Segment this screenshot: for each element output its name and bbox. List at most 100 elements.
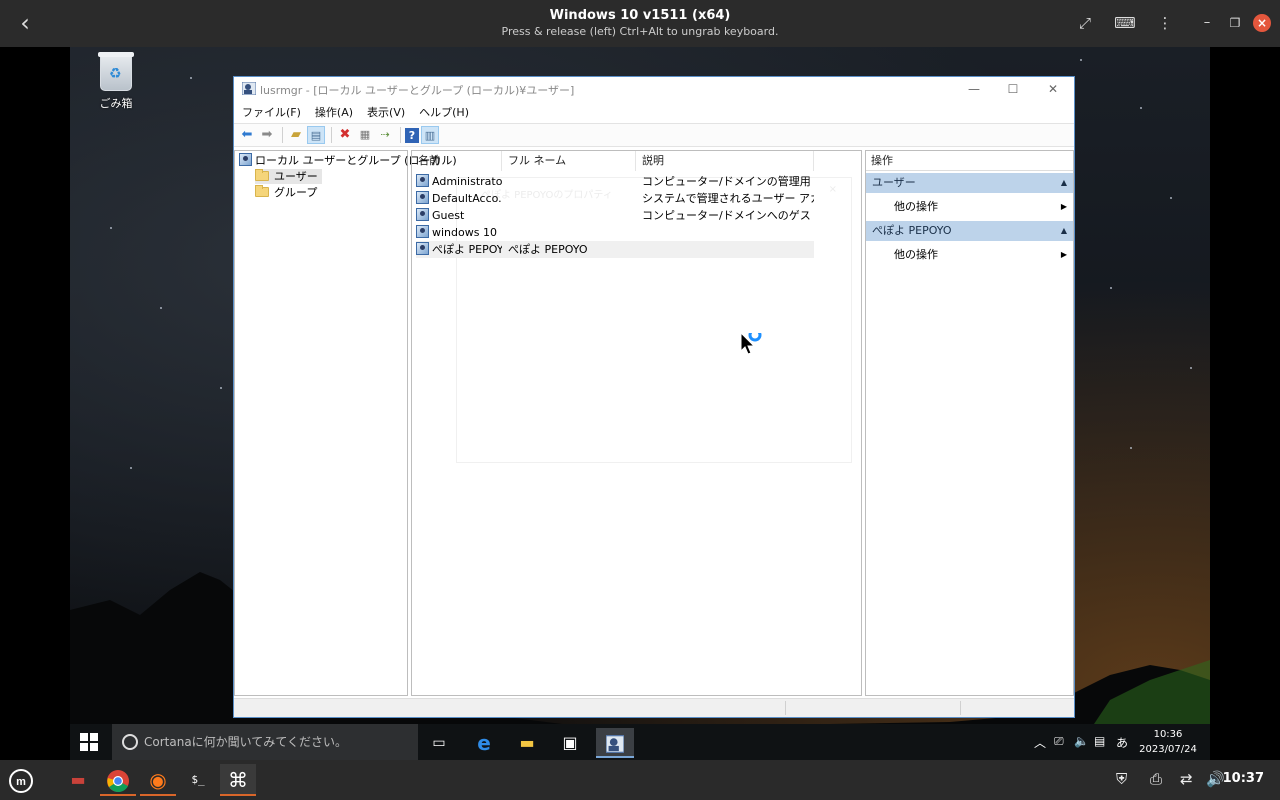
actions-more-actions-user-label: 他の操作 <box>894 248 938 261</box>
ime-indicator[interactable]: あ <box>1116 734 1128 751</box>
submenu-arrow-icon: ▶ <box>1060 250 1067 259</box>
user-name: ぺぽよ PEPOYO <box>432 243 502 256</box>
actions-more-actions[interactable]: 他の操作 ▶ <box>866 197 1073 217</box>
notification-icon[interactable]: ▤ <box>1094 734 1105 748</box>
cortana-placeholder: Cortanaに何か聞いてみてください。 <box>144 735 347 749</box>
actions-section-users[interactable]: ユーザー ▲ <box>866 173 1073 193</box>
menu-help[interactable]: ヘルプ(H) <box>419 104 469 120</box>
tree-item-users-label: ユーザー <box>274 170 318 183</box>
close-icon[interactable]: ✕ <box>1038 80 1068 98</box>
taskbar-clock[interactable]: 10:36 2023/07/24 <box>1138 727 1198 757</box>
menu-view[interactable]: 表示(V) <box>367 104 405 120</box>
chrome-icon[interactable] <box>100 764 136 796</box>
lusrmgr-taskbar-icon[interactable] <box>596 728 634 758</box>
user-icon <box>416 242 429 255</box>
column-header-description[interactable]: 説明 <box>636 151 814 171</box>
toolbar: ⬅ ➡ ▰ ▤ ✖ ▦ ⇢ ? ▥ <box>234 123 1074 147</box>
edge-icon[interactable]: e <box>465 728 503 758</box>
folder-icon <box>255 169 269 181</box>
collapse-icon[interactable]: ▲ <box>1061 173 1067 193</box>
host-clock[interactable]: 10:37 <box>1223 771 1264 786</box>
show-action-pane-icon[interactable]: ▥ <box>421 126 439 144</box>
actions-more-actions-user[interactable]: 他の操作 ▶ <box>866 245 1073 265</box>
table-row[interactable]: Administrator コンピューター/ドメインの管理用 (ビルト... <box>416 173 814 190</box>
minimize-icon[interactable]: — <box>959 80 989 98</box>
minimize-icon[interactable]: – <box>1196 12 1218 34</box>
actions-header: 操作 <box>866 151 1073 171</box>
table-row[interactable]: windows 10 <box>416 224 814 241</box>
actions-section-selected-user-label: ぺぽよ PEPOYO <box>872 224 952 237</box>
svg-text:m: m <box>16 776 26 788</box>
tree-item-users[interactable]: ユーザー <box>255 169 322 184</box>
host-tray: ⛨ ⎙ ⇄ 🔊 10:37 <box>1080 760 1280 800</box>
cortana-icon <box>122 734 138 750</box>
lusrmgr-app-icon <box>242 82 256 95</box>
taskbar-date: 2023/07/24 <box>1139 744 1197 755</box>
column-header-fullname[interactable]: フル ネーム <box>502 151 636 171</box>
user-icon <box>416 191 429 204</box>
start-button[interactable] <box>80 733 98 751</box>
task-view-icon[interactable]: ▭ <box>420 728 458 758</box>
lusrmgr-window: lusrmgr - [ローカル ユーザーとグループ (ローカル)¥ユーザー] —… <box>233 76 1075 718</box>
menu-bar: ファイル(F) 操作(A) 表示(V) ヘルプ(H) <box>234 101 1074 123</box>
menu-file[interactable]: ファイル(F) <box>242 104 301 120</box>
files-icon[interactable]: ▬ <box>60 764 96 796</box>
maximize-icon[interactable]: ☐ <box>998 80 1028 98</box>
up-folder-icon[interactable]: ▰ <box>287 126 305 144</box>
forward-arrow-icon[interactable]: ➡ <box>258 126 276 144</box>
actions-section-users-label: ユーザー <box>872 176 916 189</box>
actions-pane: 操作 ユーザー ▲ 他の操作 ▶ ぺぽよ PEPOYO ▲ 他の操作 ▶ <box>865 150 1074 696</box>
printer-icon[interactable]: ⎙ <box>1150 770 1162 788</box>
table-row-selected[interactable]: ぺぽよ PEPOYO ぺぽよ PEPOYO <box>416 241 814 258</box>
menu-icon[interactable]: ⋮ <box>1154 12 1176 34</box>
terminal-icon[interactable]: $_ <box>180 764 216 796</box>
store-icon[interactable]: ▣ <box>551 728 589 758</box>
user-name: windows 10 <box>432 226 497 239</box>
guest-desktop: ♻ ごみ箱 lusrmgr - [ローカル ユーザーとグループ (ローカル)¥ユ… <box>70 47 1210 760</box>
lusrmgr-app-icon <box>605 734 625 753</box>
volume-icon[interactable]: 🔈 <box>1074 734 1089 748</box>
close-icon[interactable]: × <box>1253 14 1271 32</box>
cortana-search-box[interactable]: Cortanaに何か聞いてみてください。 <box>112 724 418 760</box>
network-icon[interactable]: ⇄ <box>1180 770 1193 788</box>
show-hide-tree-icon[interactable]: ▤ <box>307 126 325 144</box>
user-list-pane: 名前 フル ネーム 説明 ぺぽよ PEPOYOのプロパティ × Administ… <box>411 150 862 696</box>
user-name: Administrator <box>432 175 502 188</box>
file-explorer-icon[interactable]: ▬ <box>508 728 546 758</box>
collapse-icon[interactable]: ▲ <box>1061 221 1067 241</box>
tree-item-groups-label: グループ <box>274 186 318 199</box>
firefox-icon[interactable]: ◉ <box>140 764 176 796</box>
chevron-up-icon[interactable]: ︿ <box>1034 734 1046 751</box>
local-users-icon <box>239 153 252 166</box>
folder-icon <box>255 185 269 197</box>
boxes-icon[interactable]: ⌘ <box>220 764 256 796</box>
keyboard-icon[interactable]: ⌨ <box>1114 12 1136 34</box>
table-row[interactable]: DefaultAcco... システムで管理されるユーザー アカウン... <box>416 190 814 207</box>
properties-icon[interactable]: ▦ <box>356 126 374 144</box>
network-icon[interactable]: ⎚ <box>1054 734 1064 749</box>
recycle-bin-icon: ♻ <box>98 52 134 91</box>
recycle-bin[interactable]: ♻ ごみ箱 <box>96 52 136 111</box>
window-titlebar[interactable]: lusrmgr - [ローカル ユーザーとグループ (ローカル)¥ユーザー] —… <box>234 77 1074 101</box>
tree-item-groups[interactable]: グループ <box>255 185 317 200</box>
back-arrow-icon[interactable]: ⬅ <box>238 126 256 144</box>
user-icon <box>416 208 429 221</box>
fullscreen-icon[interactable]: ⤢ <box>1074 12 1096 34</box>
column-header-name[interactable]: 名前 <box>412 151 502 171</box>
submenu-arrow-icon: ▶ <box>1060 202 1067 211</box>
actions-section-selected-user[interactable]: ぺぽよ PEPOYO ▲ <box>866 221 1073 241</box>
delete-icon[interactable]: ✖ <box>336 126 354 144</box>
export-list-icon[interactable]: ⇢ <box>376 126 394 144</box>
user-description: コンピューター/ドメインの管理用 (ビルト... <box>642 175 814 188</box>
mint-menu-icon[interactable]: m <box>4 764 38 796</box>
taskbar-time: 10:36 <box>1153 729 1183 740</box>
restore-icon[interactable]: ❐ <box>1224 12 1246 34</box>
list-header: 名前 フル ネーム 説明 <box>412 151 861 171</box>
help-icon[interactable]: ? <box>405 127 419 143</box>
shield-icon[interactable]: ⛨ <box>1116 770 1127 788</box>
menu-action[interactable]: 操作(A) <box>315 104 353 120</box>
busy-cursor-icon <box>741 333 762 355</box>
status-pane <box>960 701 1074 715</box>
table-row[interactable]: Guest コンピューター/ドメインへのゲスト アクセ... <box>416 207 814 224</box>
system-tray: ︿ ⎚ 🔈 ▤ あ 10:36 2023/07/24 <box>1030 724 1210 760</box>
